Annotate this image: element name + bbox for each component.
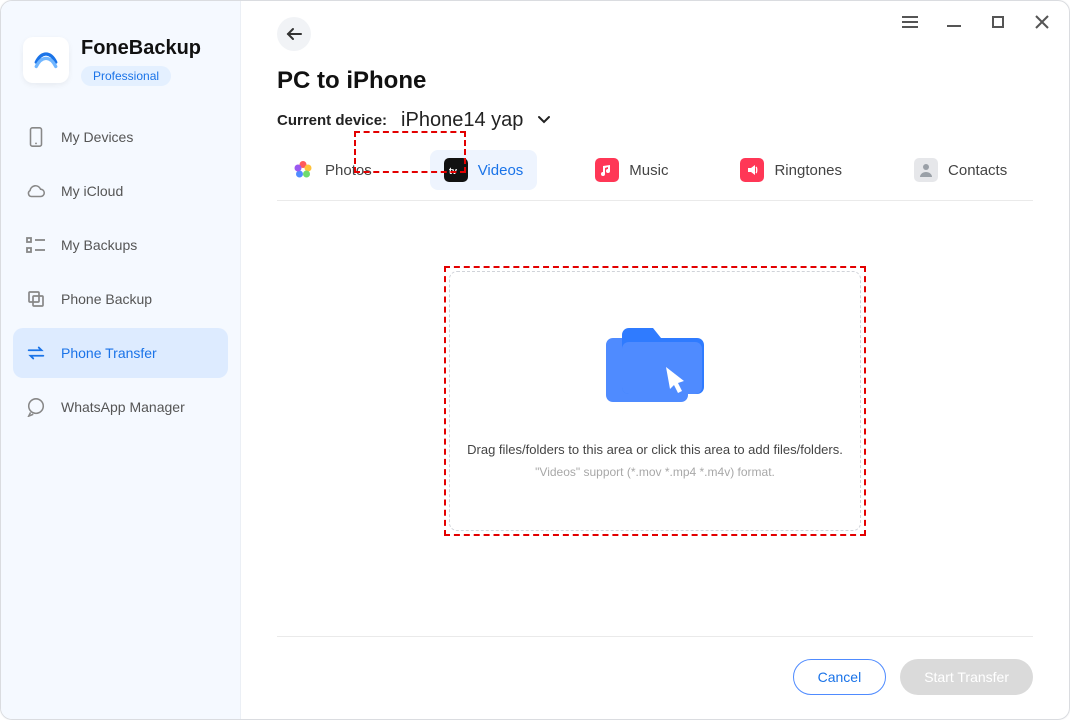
tab-label: Contacts: [948, 162, 1007, 179]
back-button[interactable]: [277, 17, 311, 51]
copy-icon: [25, 288, 47, 310]
drop-files-area[interactable]: Drag files/folders to this area or click…: [449, 271, 861, 531]
app-window: FoneBackup Professional My Devices My iC…: [0, 0, 1070, 720]
svg-text:tv: tv: [449, 166, 457, 176]
cloud-icon: [25, 180, 47, 202]
transfer-icon: [25, 342, 47, 364]
contacts-icon: [914, 158, 938, 182]
sidebar-item-phone-backup[interactable]: Phone Backup: [13, 274, 228, 324]
tab-videos[interactable]: tv Videos: [430, 150, 538, 190]
sidebar-nav: My Devices My iCloud My Backups Phone Ba…: [1, 112, 240, 432]
tab-photos[interactable]: Photos: [277, 150, 386, 190]
sidebar-item-whatsapp-manager[interactable]: WhatsApp Manager: [13, 382, 228, 432]
photos-icon: [291, 158, 315, 182]
brand-logo-icon: [33, 47, 59, 73]
current-device-row: Current device: iPhone14 yap: [277, 109, 1033, 132]
drop-area-container: Drag files/folders to this area or click…: [277, 201, 1033, 636]
sidebar-item-label: Phone Transfer: [61, 345, 157, 361]
phone-icon: [25, 126, 47, 148]
brand-logo: [23, 37, 69, 83]
list-icon: [25, 234, 47, 256]
sidebar-item-label: WhatsApp Manager: [61, 399, 185, 415]
current-device-name[interactable]: iPhone14 yap: [401, 109, 523, 132]
ringtone-icon: [740, 158, 764, 182]
back-arrow-icon: [286, 27, 302, 41]
videos-icon: tv: [444, 158, 468, 182]
tab-label: Videos: [478, 162, 524, 179]
sidebar-item-label: My Backups: [61, 237, 137, 253]
sidebar-item-label: My iCloud: [61, 183, 123, 199]
tab-music[interactable]: Music: [581, 150, 682, 190]
main-content: PC to iPhone Current device: iPhone14 ya…: [241, 1, 1069, 719]
tab-label: Ringtones: [774, 162, 842, 179]
brand-name: FoneBackup: [81, 37, 201, 60]
sidebar-item-label: My Devices: [61, 129, 133, 145]
current-device-label: Current device:: [277, 112, 387, 129]
cancel-button[interactable]: Cancel: [793, 659, 887, 695]
chat-icon: [25, 396, 47, 418]
chevron-down-icon[interactable]: [537, 112, 551, 129]
brand: FoneBackup Professional: [1, 21, 240, 112]
category-tabs: Photos tv Videos Music Ringtones: [277, 150, 1033, 201]
sidebar-item-phone-transfer[interactable]: Phone Transfer: [13, 328, 228, 378]
sidebar-item-my-icloud[interactable]: My iCloud: [13, 166, 228, 216]
drop-instruction: Drag files/folders to this area or click…: [467, 442, 843, 457]
start-transfer-button[interactable]: Start Transfer: [900, 659, 1033, 695]
sidebar-item-label: Phone Backup: [61, 291, 152, 307]
music-icon: [595, 158, 619, 182]
tab-ringtones[interactable]: Ringtones: [726, 150, 856, 190]
drop-formats: "Videos" support (*.mov *.mp4 *.m4v) for…: [535, 465, 775, 479]
page-title: PC to iPhone: [277, 67, 1033, 95]
sidebar-item-my-devices[interactable]: My Devices: [13, 112, 228, 162]
tab-label: Music: [629, 162, 668, 179]
tab-label: Photos: [325, 162, 372, 179]
sidebar: FoneBackup Professional My Devices My iC…: [1, 1, 241, 719]
footer: Cancel Start Transfer: [277, 636, 1033, 695]
tab-contacts[interactable]: Contacts: [900, 150, 1021, 190]
sidebar-item-my-backups[interactable]: My Backups: [13, 220, 228, 270]
folder-upload-icon: [600, 323, 710, 418]
brand-tier-badge: Professional: [81, 66, 171, 86]
